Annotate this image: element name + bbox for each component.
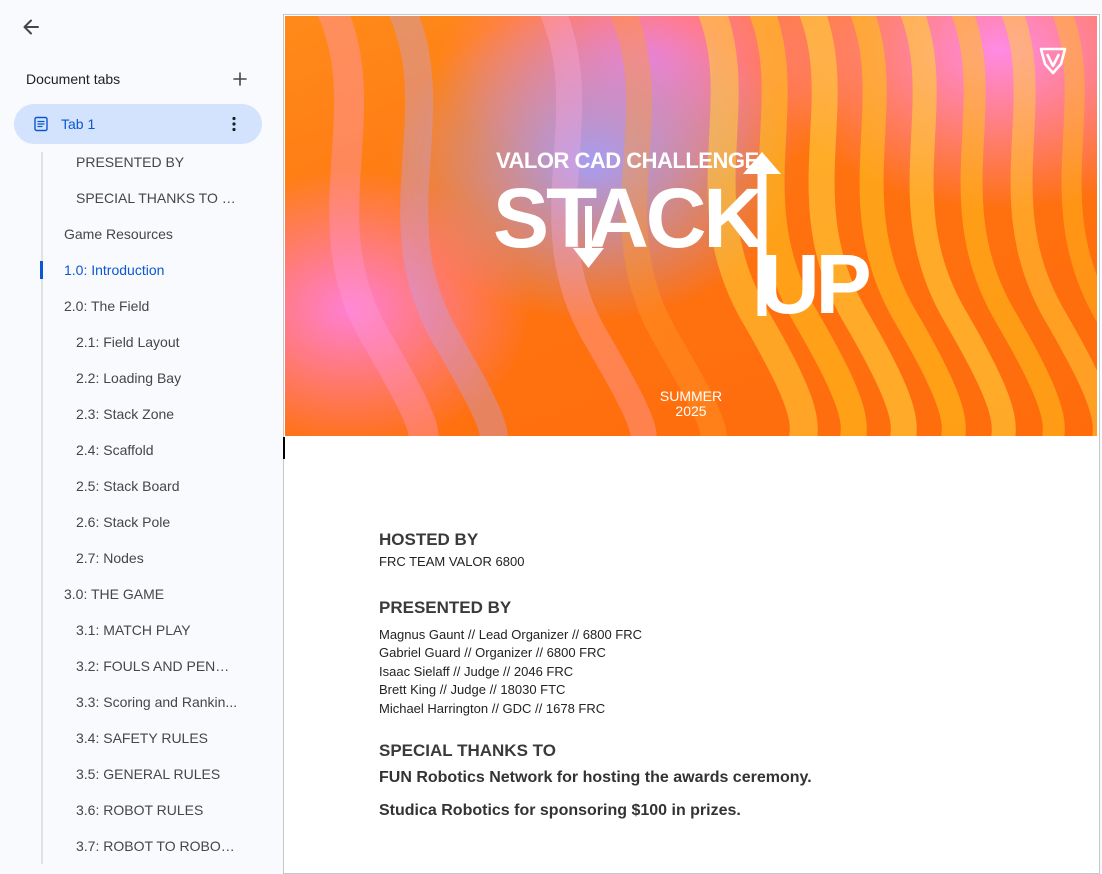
tabs-title: Document tabs <box>26 71 121 87</box>
add-tab-plus-icon[interactable] <box>230 69 250 89</box>
banner-season: SUMMER 2025 <box>641 389 741 419</box>
outline-item-robot-rules[interactable]: 3.6: ROBOT RULES <box>0 792 238 828</box>
outline-item-stack-board[interactable]: 2.5: Stack Board <box>0 468 238 504</box>
text-cursor <box>283 437 285 459</box>
outline-item-loading-bay[interactable]: 2.2: Loading Bay <box>0 360 238 396</box>
back-arrow-icon[interactable] <box>14 10 48 44</box>
outline-item-introduction[interactable]: 1.0: Introduction <box>0 252 244 288</box>
outline-item-the-field[interactable]: 2.0: The Field <box>0 288 244 324</box>
thanks-line: FUN Robotics Network for hosting the awa… <box>379 768 812 786</box>
outline-item-robot-to-robot[interactable]: 3.7: ROBOT TO ROBOT ... <box>0 828 238 864</box>
outline-item-the-game[interactable]: 3.0: THE GAME <box>0 576 244 612</box>
banner-title-stack: STACK <box>493 171 764 265</box>
presented-by-heading: PRESENTED BY <box>379 597 512 617</box>
thanks-line: Studica Robotics for sponsoring $100 in … <box>379 801 741 819</box>
outline-item-match-play[interactable]: 3.1: MATCH PLAY <box>0 612 238 648</box>
presenters-list: Magnus Gaunt // Lead Organizer // 6800 F… <box>379 626 1029 719</box>
presenter-line: Michael Harrington // GDC // 1678 FRC <box>379 700 606 716</box>
banner-season-line1: SUMMER <box>659 388 723 404</box>
document-icon <box>33 115 51 133</box>
outline-item-general-rules[interactable]: 3.5: GENERAL RULES <box>0 756 238 792</box>
presenter-line: Isaac Sielaff // Judge // 2046 FRC <box>379 663 574 679</box>
outline-item-field-layout[interactable]: 2.1: Field Layout <box>0 324 238 360</box>
tab-options-more-vert-icon[interactable] <box>224 114 244 134</box>
valor-logo-icon <box>1037 44 1069 76</box>
outline-item-scaffold[interactable]: 2.4: Scaffold <box>0 432 238 468</box>
tabs-header: Document tabs <box>26 69 250 89</box>
outline-item-presented-by[interactable]: PRESENTED BY <box>0 144 238 180</box>
tab-1[interactable]: Tab 1 <box>14 104 262 144</box>
hosted-by-value: FRC TEAM VALOR 6800 <box>379 554 525 569</box>
outline-item-special-thanks[interactable]: SPECIAL THANKS TO F... <box>0 180 238 216</box>
presenter-line: Magnus Gaunt // Lead Organizer // 6800 F… <box>379 626 643 642</box>
outline-item-fouls-and-penalties[interactable]: 3.2: FOULS AND PENAL... <box>0 648 238 684</box>
outline-item-stack-zone[interactable]: 2.3: Stack Zone <box>0 396 238 432</box>
outline-item-game-resources[interactable]: Game Resources <box>0 216 244 252</box>
outline-item-nodes[interactable]: 2.7: Nodes <box>0 540 238 576</box>
presenter-line: Brett King // Judge // 18030 FTC <box>379 682 566 698</box>
special-thanks-heading: SPECIAL THANKS TO <box>379 740 556 760</box>
banner-title-up: UP <box>759 237 872 331</box>
presenter-line: Gabriel Guard // Organizer // 6800 FRC <box>379 645 606 661</box>
outline-item-scoring-and-ranking[interactable]: 3.3: Scoring and Rankin... <box>0 684 238 720</box>
document-tabs-sidebar: Document tabs Tab 1 PRESENTED BY SPECIAL… <box>0 0 283 864</box>
tab-1-label: Tab 1 <box>61 116 96 132</box>
document-outline: PRESENTED BY SPECIAL THANKS TO F... Game… <box>0 144 283 864</box>
document-body[interactable]: HOSTED BY FRC TEAM VALOR 6800 PRESENTED … <box>379 528 1029 822</box>
hosted-by-heading: HOSTED BY <box>379 530 479 549</box>
banner-season-line2: 2025 <box>675 403 707 419</box>
outline-item-stack-pole[interactable]: 2.6: Stack Pole <box>0 504 238 540</box>
cover-banner-image: VALOR CAD CHALLENGE STACK UP SUMMER 2025 <box>285 16 1097 436</box>
outline-item-safety-rules[interactable]: 3.4: SAFETY RULES <box>0 720 238 756</box>
